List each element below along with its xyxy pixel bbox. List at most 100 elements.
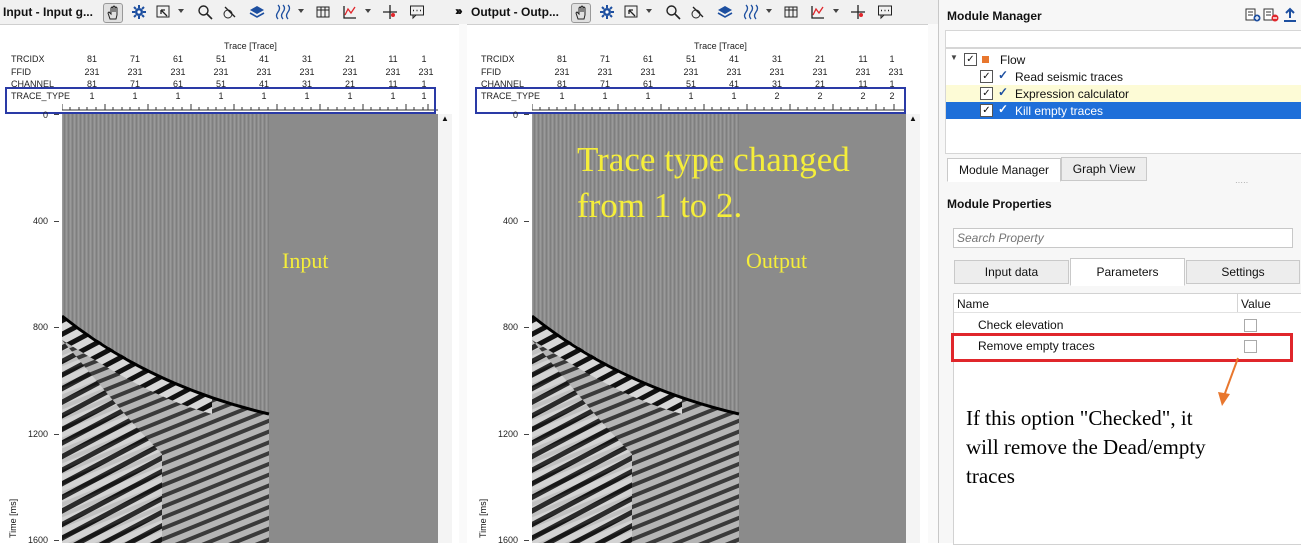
- crosshair-icon[interactable]: [381, 3, 399, 21]
- splitter-grip[interactable]: ·····: [1235, 178, 1248, 187]
- graph-icon[interactable]: [809, 3, 827, 21]
- trcidx-value: 71: [129, 54, 140, 64]
- module-checkbox[interactable]: ✓: [980, 87, 993, 100]
- export-icon[interactable]: [1282, 7, 1298, 26]
- settings-gear-icon[interactable]: [130, 3, 148, 21]
- input-seismic-section[interactable]: [62, 114, 438, 543]
- wiggle-display-icon[interactable]: [742, 3, 760, 21]
- output-panel-title[interactable]: Output - Outp...: [471, 5, 559, 19]
- time-axis-title: Time [ms]: [478, 498, 488, 538]
- trcidx-value: 41: [258, 54, 269, 64]
- ffid-value: 231: [127, 67, 143, 77]
- tree-row-flow[interactable]: ▼ ✓ Flow: [946, 51, 1301, 68]
- panel-divider[interactable]: [928, 24, 938, 543]
- axis-title: Trace [Trace]: [224, 41, 277, 51]
- flow-icon: [982, 56, 989, 63]
- channel-value: 61: [172, 79, 183, 87]
- search-property-input[interactable]: [953, 228, 1293, 248]
- select-region-dropdown-icon[interactable]: [646, 9, 652, 13]
- module-toolbar-strip: [945, 30, 1301, 48]
- ffid-value: 231: [683, 67, 699, 77]
- select-region-icon[interactable]: [623, 3, 641, 21]
- collapse-arrow-icon[interactable]: ▼: [950, 53, 958, 62]
- graph-dropdown-icon[interactable]: [833, 9, 839, 13]
- output-toolbar: Output - Outp... »: [456, 0, 938, 25]
- tree-row-expression-calculator[interactable]: ✓ ✓ Expression calculator: [946, 85, 1301, 102]
- tree-item-label: Kill empty traces: [1015, 104, 1104, 118]
- pick-tool-icon[interactable]: [689, 3, 707, 21]
- param-row-check-elevation[interactable]: Check elevation: [954, 315, 1301, 335]
- channel-value: 21: [344, 79, 355, 87]
- annotation-line-2: will remove the Dead/empty: [966, 435, 1206, 459]
- scroll-up-arrow-icon[interactable]: ▲: [909, 114, 917, 123]
- annotation-line-1: If this option "Checked", it: [966, 406, 1193, 430]
- zoom-icon[interactable]: [196, 3, 214, 21]
- scroll-up-arrow-icon[interactable]: ▲: [441, 114, 449, 123]
- check-elevation-checkbox[interactable]: [1244, 319, 1257, 332]
- input-vertical-scrollbar[interactable]: [438, 114, 452, 543]
- channel-value: 41: [258, 79, 269, 87]
- module-checkbox[interactable]: ✓: [980, 70, 993, 83]
- channel-value: 11: [388, 79, 398, 87]
- channel-value: 21: [814, 79, 825, 87]
- header-table-icon[interactable]: [782, 3, 800, 21]
- trcidx-value: 11: [858, 54, 868, 64]
- time-tick-label: 400: [502, 216, 518, 226]
- comment-icon[interactable]: [408, 3, 426, 21]
- ffid-value: 231: [299, 67, 315, 77]
- trcidx-value: 71: [599, 54, 610, 64]
- trcidx-value: 61: [172, 54, 183, 64]
- tab-module-manager[interactable]: Module Manager: [947, 158, 1061, 182]
- pan-hand-icon[interactable]: [571, 3, 591, 23]
- ffid-value: 231: [418, 67, 434, 77]
- channel-value: 1: [421, 79, 427, 87]
- settings-gear-icon[interactable]: [598, 3, 616, 21]
- graph-icon[interactable]: [341, 3, 359, 21]
- tree-row-kill-empty-traces[interactable]: ✓ ✓ Kill empty traces: [946, 102, 1301, 119]
- tab-graph-view[interactable]: Graph View: [1061, 157, 1147, 181]
- channel-value: 31: [301, 79, 312, 87]
- header-label-channel: CHANNEL: [11, 79, 55, 87]
- input-panel-title[interactable]: Input - Input g...: [3, 5, 93, 19]
- tab-parameters[interactable]: Parameters: [1070, 258, 1185, 286]
- header-table-icon[interactable]: [314, 3, 332, 21]
- channel-value: 71: [129, 79, 140, 87]
- trcidx-value: 21: [814, 54, 825, 64]
- column-header-value: Value: [1241, 297, 1271, 311]
- panel-splitter[interactable]: [459, 24, 467, 543]
- graph-dropdown-icon[interactable]: [365, 9, 371, 13]
- wiggle-display-icon[interactable]: [274, 3, 292, 21]
- tree-item-label: Expression calculator: [1015, 87, 1130, 101]
- zoom-icon[interactable]: [664, 3, 682, 21]
- add-module-icon[interactable]: [1245, 7, 1261, 26]
- layers-icon[interactable]: [716, 3, 734, 21]
- tab-input-data[interactable]: Input data: [954, 260, 1069, 284]
- comment-icon[interactable]: [876, 3, 894, 21]
- remove-module-icon[interactable]: [1263, 7, 1279, 26]
- trcidx-value: 31: [301, 54, 312, 64]
- module-checkbox[interactable]: ✓: [980, 104, 993, 117]
- select-region-dropdown-icon[interactable]: [178, 9, 184, 13]
- pick-tool-icon[interactable]: [221, 3, 239, 21]
- column-divider: [1237, 294, 1238, 312]
- wiggle-dropdown-icon[interactable]: [766, 9, 772, 13]
- module-manager-title: Module Manager: [947, 9, 1042, 23]
- output-vertical-scrollbar[interactable]: [906, 114, 920, 543]
- ffid-value: 231: [888, 67, 904, 77]
- tab-settings[interactable]: Settings: [1186, 260, 1300, 284]
- pan-hand-icon[interactable]: [103, 3, 123, 23]
- layers-icon[interactable]: [248, 3, 266, 21]
- tree-row-read-seismic[interactable]: ✓ ✓ Read seismic traces: [946, 68, 1301, 85]
- header-label-ffid: FFID: [481, 67, 501, 77]
- channel-value: 71: [599, 79, 610, 87]
- trcidx-value: 61: [642, 54, 653, 64]
- crosshair-icon[interactable]: [849, 3, 867, 21]
- time-tick-label: 0: [512, 110, 518, 120]
- ffid-value: 231: [554, 67, 570, 77]
- wiggle-dropdown-icon[interactable]: [298, 9, 304, 13]
- trcidx-value: 1: [889, 54, 895, 64]
- ffid-value: 231: [170, 67, 186, 77]
- flow-checkbox[interactable]: ✓: [964, 53, 977, 66]
- select-region-icon[interactable]: [155, 3, 173, 21]
- toolbar-overflow-icon[interactable]: »: [456, 4, 463, 18]
